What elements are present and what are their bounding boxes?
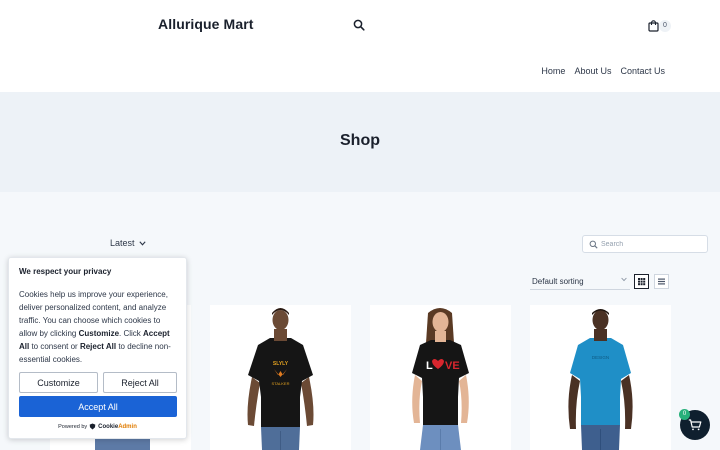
svg-text:STALKER: STALKER (272, 381, 290, 386)
cookie-banner-title: We respect your privacy (19, 267, 112, 276)
site-header: Allurique Mart 0 Home About Us Contact U… (0, 0, 720, 92)
product-card[interactable]: DESIGN (530, 305, 671, 450)
cart-button[interactable]: 0 (648, 18, 672, 34)
svg-text:SLYLY: SLYLY (273, 361, 289, 367)
product-search-input[interactable] (601, 238, 701, 250)
search-icon[interactable] (353, 18, 369, 34)
page-hero: Shop (0, 92, 720, 192)
shopping-bag-icon (648, 20, 659, 32)
site-title[interactable]: Allurique Mart (158, 16, 254, 32)
cookie-banner-text: Cookies help us improve your experience,… (19, 290, 171, 364)
search-icon (589, 240, 598, 249)
powered-by-label: Powered by (58, 423, 88, 430)
chevron-down-icon (621, 277, 627, 282)
cookie-accept-all-button[interactable]: Accept All (19, 396, 177, 417)
grid-view-button[interactable] (634, 274, 649, 289)
cookieadmin-brand[interactable]: CookieAdmin (98, 424, 137, 430)
nav-home[interactable]: Home (541, 66, 565, 76)
cookieadmin-logo-icon (89, 423, 96, 430)
cart-icon (688, 419, 702, 431)
product-card[interactable]: L VE (370, 305, 511, 450)
latest-filter-dropdown[interactable]: Latest (110, 238, 146, 248)
product-search-field[interactable] (582, 235, 708, 253)
sort-select[interactable]: Default sorting (530, 274, 630, 290)
product-card[interactable]: SLYLY STALKER (210, 305, 351, 450)
floating-cart-count-badge: 0 (679, 409, 690, 420)
latest-filter-label: Latest (110, 238, 135, 248)
cookie-consent-banner: We respect your privacy Cookies help us … (8, 257, 187, 439)
svg-text:L: L (426, 360, 433, 372)
product-image: SLYLY STALKER (210, 305, 351, 450)
page-title: Shop (340, 132, 380, 149)
product-image: L VE (370, 305, 511, 450)
grid-icon (638, 278, 646, 286)
list-icon (658, 278, 665, 285)
list-view-button[interactable] (654, 274, 669, 289)
chevron-down-icon (138, 240, 146, 246)
svg-text:DESIGN: DESIGN (592, 355, 609, 360)
cart-count-badge: 0 (659, 20, 671, 32)
nav-contact-us[interactable]: Contact Us (620, 66, 665, 76)
svg-text:VE: VE (445, 360, 460, 372)
nav-about-us[interactable]: About Us (574, 66, 611, 76)
cookie-customize-button[interactable]: Customize (19, 372, 98, 393)
main-navigation: Home About Us Contact Us (541, 66, 665, 76)
cookie-powered-by: Powered by CookieAdmin (9, 423, 186, 430)
cookie-reject-all-button[interactable]: Reject All (103, 372, 177, 393)
product-image: DESIGN (530, 305, 671, 450)
sort-select-value: Default sorting (532, 277, 584, 286)
